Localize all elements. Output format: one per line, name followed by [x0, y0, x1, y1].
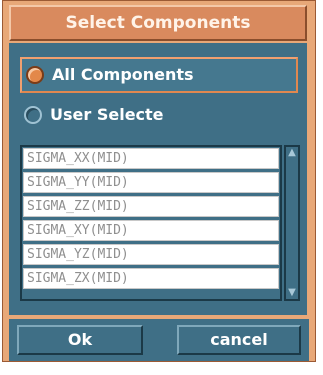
scroll-up-icon[interactable]: ▲	[287, 147, 297, 159]
select-components-dialog: Select Components All Components User Se…	[2, 0, 316, 362]
cancel-button[interactable]: cancel	[177, 325, 301, 355]
list-item[interactable]: SIGMA_YZ(MID)	[23, 244, 279, 265]
dialog-title: Select Components	[9, 5, 307, 41]
button-bar: Ok cancel	[9, 319, 309, 361]
scroll-down-icon[interactable]: ▼	[287, 287, 297, 299]
ok-button[interactable]: Ok	[17, 325, 143, 355]
components-list[interactable]: SIGMA_XX(MID) SIGMA_YY(MID) SIGMA_ZZ(MID…	[20, 145, 282, 301]
list-item[interactable]: SIGMA_ZZ(MID)	[23, 196, 279, 217]
radio-all-components[interactable]: All Components	[20, 57, 298, 93]
list-scrollbar[interactable]: ▲ ▼	[284, 145, 300, 301]
radio-user-selected[interactable]: User Selecte	[20, 99, 298, 135]
radio-selected-icon	[26, 66, 44, 84]
radio-all-components-label: All Components	[52, 65, 194, 84]
list-item[interactable]: SIGMA_YY(MID)	[23, 172, 279, 193]
list-item[interactable]: SIGMA_XY(MID)	[23, 220, 279, 241]
radio-user-selected-label: User Selecte	[50, 105, 164, 124]
list-item[interactable]: SIGMA_XX(MID)	[23, 148, 279, 169]
list-item[interactable]: SIGMA_ZX(MID)	[23, 268, 279, 289]
radio-unselected-icon	[24, 106, 42, 124]
options-panel: All Components User Selecte SIGMA_XX(MID…	[9, 43, 307, 315]
